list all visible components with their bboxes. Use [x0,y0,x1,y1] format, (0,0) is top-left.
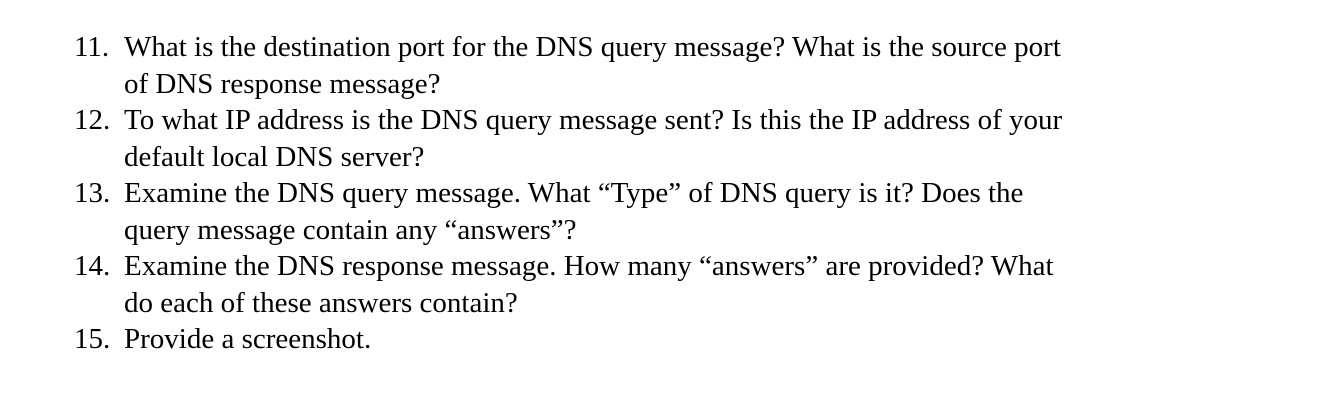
question-number: 12. [74,104,111,136]
question-text: Provide a screenshot. [124,321,1324,358]
question-line: of DNS response message? [124,67,441,100]
question-item: 11. What is the destination port for the… [74,29,1324,102]
question-number: 15. [74,323,111,355]
question-number: 14. [74,250,111,282]
question-item: 12. To what IP address is the DNS query … [74,102,1324,175]
question-line: Provide a screenshot. [124,323,372,355]
question-text: Examine the DNS response message. How ma… [124,248,1324,321]
question-line: What is the destination port for the DNS… [124,31,1061,63]
question-item: 13. Examine the DNS query message. What … [74,175,1324,248]
question-line: default local DNS server? [124,140,425,173]
question-text: To what IP address is the DNS query mess… [124,102,1324,175]
question-number: 11. [74,31,110,63]
question-text: Examine the DNS query message. What “Typ… [124,175,1324,248]
question-line: query message contain any “answers”? [124,213,577,246]
question-number: 13. [74,177,111,209]
question-text: What is the destination port for the DNS… [124,29,1324,102]
question-item: 15. Provide a screenshot. [74,321,1324,358]
question-line: To what IP address is the DNS query mess… [124,104,1063,136]
question-line: Examine the DNS query message. What “Typ… [124,177,1024,209]
question-list: 11. What is the destination port for the… [74,29,1324,358]
question-item: 14. Examine the DNS response message. Ho… [74,248,1324,321]
question-line: Examine the DNS response message. How ma… [124,250,1054,282]
question-line: do each of these answers contain? [124,286,518,319]
